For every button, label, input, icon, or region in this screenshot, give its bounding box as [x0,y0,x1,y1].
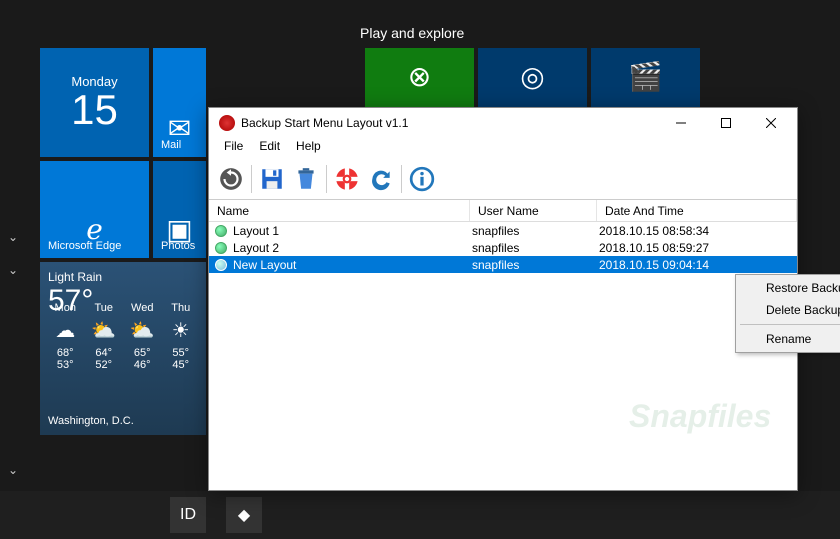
mail-label: Mail [161,139,181,151]
close-button[interactable] [748,109,793,137]
menubar: File Edit Help [209,138,797,158]
row-name: Layout 1 [231,224,470,238]
row-date: 2018.10.15 08:58:34 [597,224,797,238]
app-icon [219,115,235,131]
titlebar[interactable]: Backup Start Menu Layout v1.1 [209,108,797,138]
column-user[interactable]: User Name [470,200,597,221]
list-body: Layout 1snapfiles2018.10.15 08:58:34Layo… [209,222,797,490]
context-menu: Restore BackupDelete BackupDel RenameF2 [735,274,840,353]
partly-cloudy-icon: ⛅ [89,318,120,343]
row-bullet-icon [215,225,227,237]
cloud-icon: ☁ [50,318,81,343]
row-user: snapfiles [470,258,597,272]
row-date: 2018.10.15 09:04:14 [597,258,797,272]
clapper-icon: 🎬 [628,60,663,93]
music-tile[interactable]: ◎ [478,48,587,108]
weather-forecast-row: Mon☁68°53° Tue⛅64°52° Wed⛅65°46° Thu☀55°… [48,328,198,345]
photos-label: Photos [161,240,195,252]
video-tile[interactable]: 🎬 [591,48,700,108]
chevron-down-icon[interactable]: ⌄ [8,263,18,277]
sun-icon: ☀ [166,318,197,343]
row-name: New Layout [231,258,470,272]
calendar-tile[interactable]: Monday 15 [40,48,149,157]
menu-file[interactable]: File [217,138,250,158]
maximize-button[interactable] [703,109,748,137]
xbox-tile[interactable]: ⊗ [365,48,474,108]
menu-help[interactable]: Help [289,138,328,158]
weather-condition: Light Rain [48,270,198,284]
row-date: 2018.10.15 08:59:27 [597,241,797,255]
delete-button[interactable] [290,163,322,195]
context-menu-item[interactable]: Delete BackupDel [738,299,840,321]
minimize-button[interactable] [658,109,703,137]
list-header: Name User Name Date And Time [209,200,797,222]
save-button[interactable] [256,163,288,195]
restore-button[interactable] [331,163,363,195]
about-button[interactable] [406,163,438,195]
column-name[interactable]: Name [209,200,470,221]
window-title: Backup Start Menu Layout v1.1 [241,116,408,130]
start-section-header: Play and explore [360,25,464,41]
context-menu-item[interactable]: Restore Backup [738,277,840,299]
xbox-icon: ⊗ [408,60,431,93]
context-menu-item[interactable]: RenameF2 [738,328,840,350]
photos-tile[interactable]: ▣ Photos [153,161,206,258]
taskbar-app-1[interactable]: ID [170,497,206,533]
mail-tile[interactable]: ✉ Mail [153,48,206,157]
edge-label: Microsoft Edge [48,240,121,252]
table-row[interactable]: Layout 2snapfiles2018.10.15 08:59:27 [209,239,797,256]
weather-tile[interactable]: Light Rain 57° Mon☁68°53° Tue⛅64°52° Wed… [40,262,206,435]
menu-divider [740,324,840,325]
refresh-button[interactable] [365,163,397,195]
edge-tile[interactable]: ℯ Microsoft Edge [40,161,149,258]
app-window: Backup Start Menu Layout v1.1 File Edit … [208,107,798,491]
chevron-down-icon[interactable]: ⌄ [8,230,18,244]
taskbar: ID ◆ [0,491,840,539]
table-row[interactable]: New Layoutsnapfiles2018.10.15 09:04:14 [209,256,797,273]
partly-cloudy-icon: ⛅ [127,318,158,343]
row-user: snapfiles [470,241,597,255]
column-date[interactable]: Date And Time [597,200,797,221]
menu-edit[interactable]: Edit [252,138,287,158]
row-user: snapfiles [470,224,597,238]
backup-button[interactable] [215,163,247,195]
chevron-down-icon[interactable]: ⌄ [8,463,18,477]
taskbar-app-2[interactable]: ◆ [226,497,262,533]
calendar-date: 15 [71,89,118,131]
row-name: Layout 2 [231,241,470,255]
toolbar [209,158,797,200]
row-bullet-icon [215,259,227,271]
row-bullet-icon [215,242,227,254]
table-row[interactable]: Layout 1snapfiles2018.10.15 08:58:34 [209,222,797,239]
disc-icon: ◎ [520,60,544,93]
weather-city: Washington, D.C. [48,415,134,427]
